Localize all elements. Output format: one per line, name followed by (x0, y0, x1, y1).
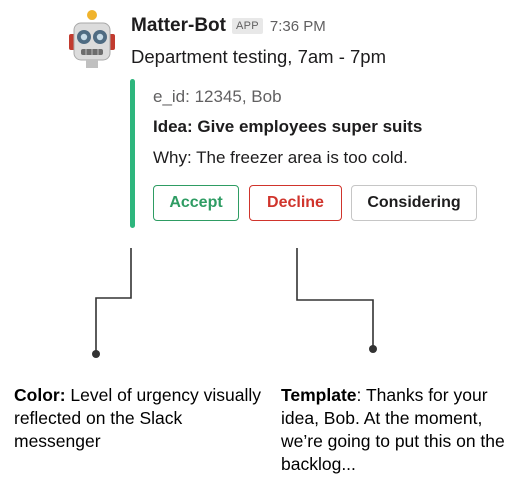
considering-button[interactable]: Considering (351, 185, 477, 221)
app-badge: APP (232, 18, 263, 34)
decline-button[interactable]: Decline (249, 185, 342, 221)
attachment-idea-line: Idea: Give employees super suits (153, 117, 423, 136)
message-header: Matter-Bot APP 7:36 PM (131, 14, 326, 38)
attachment-id-line: e_id: 12345, Bob (153, 87, 282, 106)
color-annotation: Color: Level of urgency visually reflect… (14, 384, 264, 453)
sender-name[interactable]: Matter-Bot (131, 15, 226, 37)
template-annotation-label: Template (281, 385, 357, 405)
color-annotation-label: Color: (14, 385, 66, 405)
color-connector-line (95, 248, 132, 354)
template-connector-line (296, 248, 374, 349)
attachment-why-line: Why: The freezer area is too cold. (153, 148, 408, 167)
robot-icon (69, 10, 115, 68)
color-connector-dot (92, 350, 100, 358)
message-text: Department testing, 7am - 7pm (131, 46, 386, 67)
accept-button[interactable]: Accept (153, 185, 239, 221)
template-annotation: Template: Thanks for your idea, Bob. At … (281, 384, 519, 476)
attachment-color-bar (130, 79, 135, 228)
template-connector-dot (369, 345, 377, 353)
message-timestamp[interactable]: 7:36 PM (270, 18, 326, 35)
